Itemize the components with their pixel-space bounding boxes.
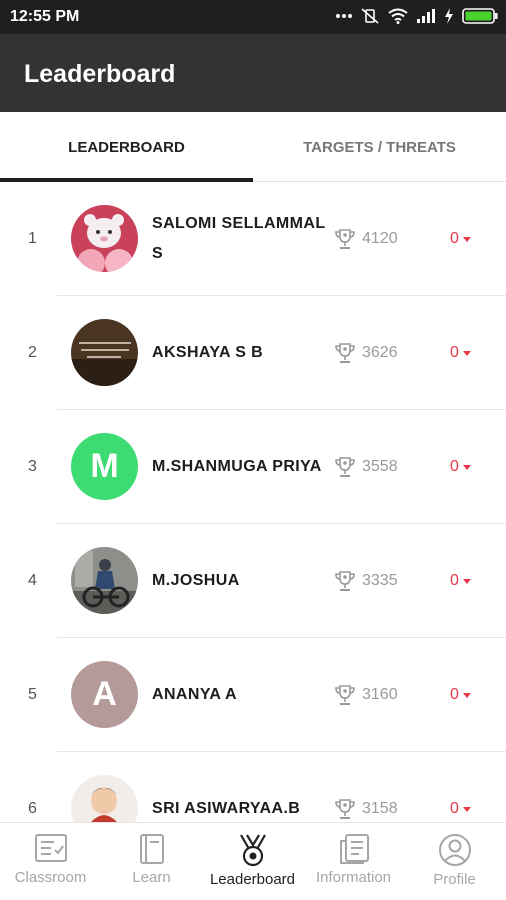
nav-label: Classroom bbox=[14, 869, 87, 886]
tab-bar: LEADERBOARD TARGETS / THREATS bbox=[0, 112, 506, 182]
rank-change: 0 bbox=[450, 752, 471, 822]
caret-down-icon bbox=[462, 806, 471, 812]
score-value: 3626 bbox=[362, 344, 398, 361]
avatar bbox=[71, 547, 138, 614]
leaderboard-row[interactable]: 2 AKSHAYA S B 3626 0 bbox=[0, 296, 506, 410]
rank-number: 5 bbox=[28, 686, 37, 703]
rank-number: 6 bbox=[28, 800, 37, 817]
charging-icon bbox=[445, 8, 453, 24]
avatar-initial: A bbox=[92, 675, 117, 713]
rank-change-value: 0 bbox=[450, 686, 459, 703]
bottom-navigation: Classroom Learn Leaderboard Information … bbox=[0, 822, 506, 900]
status-bar: 12:55 PM bbox=[0, 0, 506, 34]
leaderboard-list[interactable]: 1 SALOMI SELLAMMAL S 4120 0 2 AKSHAYA S … bbox=[0, 182, 506, 822]
medal-icon bbox=[239, 834, 266, 867]
rank-change: 0 bbox=[450, 638, 471, 752]
rank-number: 2 bbox=[28, 344, 37, 361]
nav-item-information[interactable]: Information bbox=[303, 823, 404, 900]
avatar-photo-quote bbox=[71, 319, 138, 386]
trophy-icon bbox=[335, 343, 355, 363]
avatar bbox=[71, 319, 138, 386]
book-icon bbox=[139, 834, 164, 864]
student-name: M.SHANMUGA PRIYA bbox=[152, 458, 322, 475]
caret-down-icon bbox=[462, 236, 471, 242]
trophy-icon bbox=[335, 799, 355, 819]
score: 3558 bbox=[334, 410, 398, 524]
score-value: 3558 bbox=[362, 458, 398, 475]
score: 3158 bbox=[334, 752, 398, 822]
vibrate-off-icon bbox=[361, 8, 379, 24]
rank-change-value: 0 bbox=[450, 344, 459, 361]
caret-down-icon bbox=[462, 692, 471, 698]
tab-leaderboard[interactable]: LEADERBOARD bbox=[0, 112, 253, 182]
score-value: 4120 bbox=[362, 230, 398, 247]
avatar-photo-bike bbox=[71, 547, 138, 614]
rank-change-value: 0 bbox=[450, 572, 459, 589]
app-bar: Leaderboard bbox=[0, 34, 506, 112]
nav-item-profile[interactable]: Profile bbox=[404, 823, 505, 900]
rank-change: 0 bbox=[450, 410, 471, 524]
avatar-initial: M bbox=[90, 447, 119, 485]
student-name: AKSHAYA S B bbox=[152, 344, 264, 361]
rank-change-value: 0 bbox=[450, 800, 459, 817]
rank-change: 0 bbox=[450, 524, 471, 638]
leaderboard-row[interactable]: 3 M M.SHANMUGA PRIYA 3558 0 bbox=[0, 410, 506, 524]
rank-number: 4 bbox=[28, 572, 37, 589]
trophy-icon bbox=[335, 571, 355, 591]
status-time: 12:55 PM bbox=[10, 8, 80, 25]
signal-icon bbox=[417, 9, 435, 23]
classroom-icon bbox=[34, 834, 67, 862]
trophy-icon bbox=[335, 229, 355, 249]
trophy-icon bbox=[335, 685, 355, 705]
trophy-icon bbox=[335, 457, 355, 477]
rank-change: 0 bbox=[450, 296, 471, 410]
caret-down-icon bbox=[462, 350, 471, 356]
battery-icon bbox=[462, 8, 498, 24]
caret-down-icon bbox=[462, 578, 471, 584]
document-icon bbox=[339, 834, 369, 864]
avatar-photo-toy bbox=[71, 205, 138, 272]
nav-item-leaderboard[interactable]: Leaderboard bbox=[202, 823, 303, 900]
rank-number: 1 bbox=[28, 230, 37, 247]
nav-label: Profile bbox=[433, 871, 476, 888]
nav-label: Learn bbox=[132, 869, 171, 886]
score: 3626 bbox=[334, 296, 398, 410]
rank-change: 0 bbox=[450, 182, 471, 296]
rank-number: 3 bbox=[28, 458, 37, 475]
nav-label: Leaderboard bbox=[209, 871, 296, 888]
status-icons bbox=[336, 7, 498, 25]
score: 3335 bbox=[334, 524, 398, 638]
score-value: 3335 bbox=[362, 572, 398, 589]
student-name: ANANYA A bbox=[152, 686, 237, 703]
wifi-icon bbox=[388, 8, 408, 24]
avatar bbox=[71, 775, 138, 822]
leaderboard-row[interactable]: 6 SRI ASIWARYAA.B 3158 0 bbox=[0, 752, 506, 822]
student-name: SALOMI SELLAMMAL S bbox=[152, 215, 326, 262]
more-notifications-icon bbox=[336, 14, 352, 18]
avatar-photo-baby bbox=[71, 775, 138, 822]
tab-targets-threats[interactable]: TARGETS / THREATS bbox=[253, 112, 506, 182]
leaderboard-row[interactable]: 1 SALOMI SELLAMMAL S 4120 0 bbox=[0, 182, 506, 296]
student-name: M.JOSHUA bbox=[152, 572, 240, 589]
leaderboard-row[interactable]: 5 A ANANYA A 3160 0 bbox=[0, 638, 506, 752]
avatar bbox=[71, 205, 138, 272]
nav-item-learn[interactable]: Learn bbox=[101, 823, 202, 900]
student-name: SRI ASIWARYAA.B bbox=[152, 800, 301, 817]
caret-down-icon bbox=[462, 464, 471, 470]
nav-item-classroom[interactable]: Classroom bbox=[0, 823, 101, 900]
nav-label: Information bbox=[315, 869, 392, 886]
score: 4120 bbox=[334, 182, 398, 296]
score-value: 3160 bbox=[362, 686, 398, 703]
leaderboard-row[interactable]: 4 M.JOSHUA 3335 0 bbox=[0, 524, 506, 638]
score: 3160 bbox=[334, 638, 398, 752]
page-title: Leaderboard bbox=[24, 60, 176, 88]
avatar: M bbox=[71, 433, 138, 500]
rank-change-value: 0 bbox=[450, 230, 459, 247]
score-value: 3158 bbox=[362, 800, 398, 817]
avatar: A bbox=[71, 661, 138, 728]
profile-icon bbox=[438, 834, 471, 866]
rank-change-value: 0 bbox=[450, 458, 459, 475]
